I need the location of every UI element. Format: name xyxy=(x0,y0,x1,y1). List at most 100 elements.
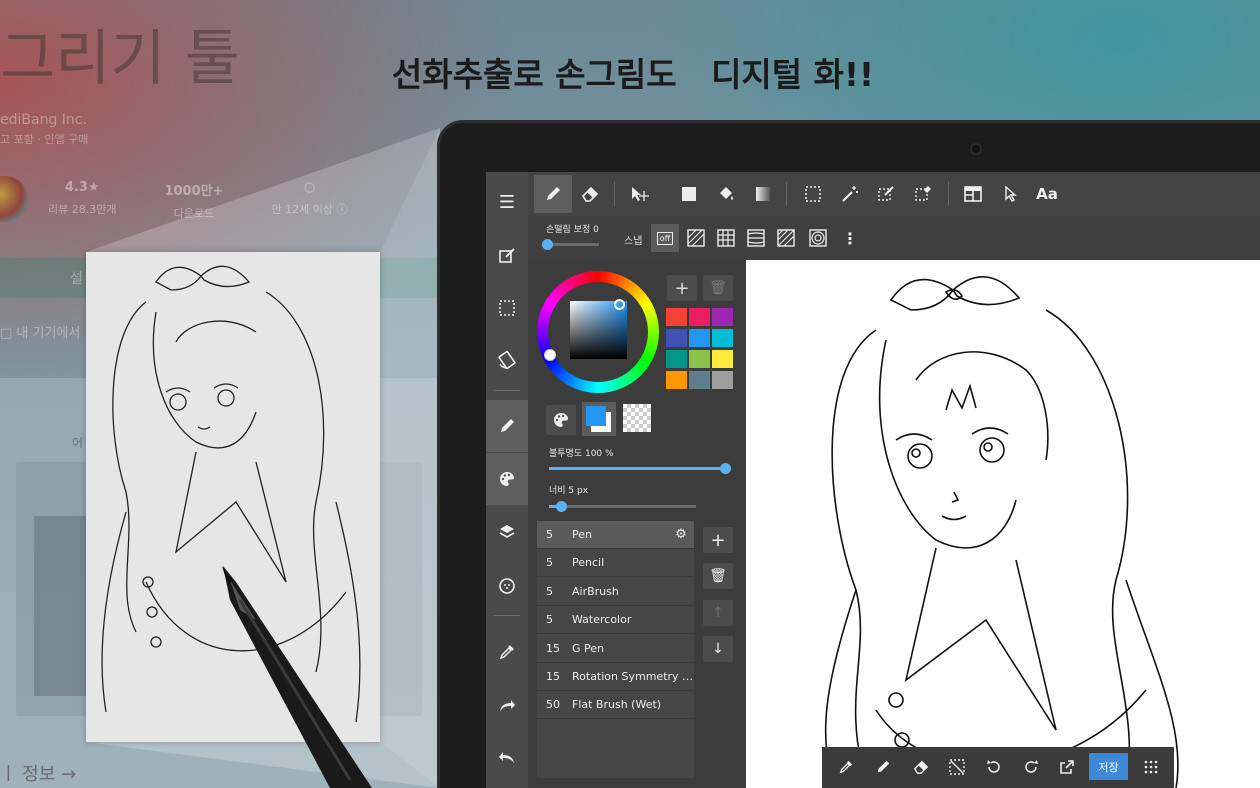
paper-sketch-drawing xyxy=(101,265,361,723)
bottom-undo-icon[interactable] xyxy=(979,752,1009,782)
grid-menu-icon[interactable] xyxy=(1136,752,1166,782)
width-label: 너비 5 px xyxy=(549,486,589,496)
bg-stat-rating: 4.3★ 리뷰 28.3만개 xyxy=(48,180,117,216)
transparent-color-chip[interactable] xyxy=(623,404,651,432)
brush-name: AirBrush xyxy=(572,584,619,598)
color-swatch[interactable] xyxy=(712,371,733,389)
material-icon[interactable] xyxy=(486,560,528,612)
export-icon[interactable] xyxy=(1052,752,1082,782)
opacity-label: 불투명도 100 % xyxy=(549,449,614,459)
brush-size: 5 xyxy=(546,556,553,570)
brush-row[interactable]: 50 Flat Brush (Wet) xyxy=(537,691,694,720)
brush-settings-gear-icon[interactable]: ⚙ xyxy=(668,527,694,542)
saturation-handle[interactable] xyxy=(614,299,625,310)
brush-row[interactable]: 15 Rotation Symmetry Ed... xyxy=(537,663,694,691)
bg-my-device: □ 내 기기에서 xyxy=(0,326,81,341)
brush-size: 5 xyxy=(546,584,553,598)
bottom-eyedropper-icon[interactable] xyxy=(831,752,861,782)
layers-icon[interactable] xyxy=(486,506,528,558)
bottom-redo-icon[interactable] xyxy=(1016,752,1046,782)
brush-row[interactable]: 15 G Pen xyxy=(537,635,694,663)
color-swatch[interactable] xyxy=(666,371,687,389)
opacity-slider[interactable] xyxy=(549,463,731,474)
color-swatch[interactable] xyxy=(689,350,710,368)
panel-layout-tool-icon[interactable] xyxy=(954,175,992,213)
snap-off-button[interactable]: off xyxy=(651,224,679,252)
magic-wand-tool-icon[interactable] xyxy=(831,175,869,213)
add-brush-button[interactable]: + xyxy=(703,527,733,553)
move-tool-icon[interactable] xyxy=(621,175,659,213)
bottom-eraser-icon[interactable] xyxy=(906,752,936,782)
opacity-slider-knob[interactable] xyxy=(720,463,731,474)
brush-row[interactable]: 5 AirBrush xyxy=(537,578,694,606)
bucket-tool-icon[interactable] xyxy=(707,175,745,213)
bg-developer: ediBang Inc. xyxy=(0,112,87,128)
rotate-canvas-icon[interactable] xyxy=(486,334,528,386)
text-tool-button[interactable]: Aa xyxy=(1028,175,1066,213)
color-swatch[interactable] xyxy=(666,350,687,368)
brush-row[interactable]: 5 Pencil xyxy=(537,549,694,578)
pen-tool-icon[interactable] xyxy=(534,175,572,213)
brush-row[interactable]: 5 Pen ⚙ xyxy=(537,521,694,549)
toolbar-divider xyxy=(948,182,949,206)
undo-icon[interactable] xyxy=(486,732,528,784)
snap-grid-icon[interactable] xyxy=(712,224,740,252)
stabilizer-label: 손떨림 보정 0 xyxy=(546,225,599,235)
selection-icon[interactable] xyxy=(486,282,528,334)
color-swatch[interactable] xyxy=(689,329,710,347)
brush-name: Flat Brush (Wet) xyxy=(572,698,662,712)
eraser-tool-icon[interactable] xyxy=(571,175,609,213)
color-panel-icon[interactable] xyxy=(486,453,528,505)
foreground-color-chip xyxy=(586,406,606,426)
bg-ads-line: 고 포함 · 인앱 구매 xyxy=(0,133,89,146)
delete-color-button[interactable]: 🗑 xyxy=(703,275,733,301)
snap-perspective-icon[interactable] xyxy=(772,224,800,252)
color-swatch[interactable] xyxy=(712,329,733,347)
bg-stats: 4.3★ 리뷰 28.3만개 1000만+ 다운로드 ○ 만 12세 이상 ⓘ xyxy=(48,180,347,221)
brush-size: 5 xyxy=(546,528,553,541)
add-color-button[interactable]: + xyxy=(667,275,697,301)
color-swatch[interactable] xyxy=(689,371,710,389)
brush-panel-icon[interactable] xyxy=(486,400,528,452)
stabilizer-slider[interactable] xyxy=(542,239,599,250)
color-swatch[interactable] xyxy=(712,308,733,326)
move-brush-up-button[interactable]: ↑ xyxy=(703,600,733,626)
fill-rect-tool-icon[interactable] xyxy=(670,175,708,213)
palette-button[interactable] xyxy=(546,405,576,435)
select-eraser-tool-icon[interactable] xyxy=(904,175,942,213)
move-brush-down-button[interactable]: ↓ xyxy=(703,636,733,662)
drawing-canvas[interactable] xyxy=(746,260,1260,788)
bottom-pen-icon[interactable] xyxy=(868,752,898,782)
color-wheel[interactable] xyxy=(537,271,659,393)
brush-row[interactable]: 5 Watercolor xyxy=(537,606,694,635)
toolbar-divider xyxy=(786,182,787,206)
brush-name: Rotation Symmetry Ed... xyxy=(572,670,694,683)
deselect-icon[interactable] xyxy=(942,752,972,782)
eyedropper-icon[interactable] xyxy=(486,626,528,678)
select-rect-tool-icon[interactable] xyxy=(794,175,832,213)
snap-parallel-icon[interactable] xyxy=(682,224,710,252)
foreground-background-color[interactable] xyxy=(582,402,616,436)
redo-icon[interactable] xyxy=(486,680,528,732)
select-pen-tool-icon[interactable] xyxy=(867,175,905,213)
save-button[interactable]: 저장 xyxy=(1089,753,1128,780)
tablet-camera xyxy=(970,143,982,155)
delete-brush-button[interactable]: 🗑 xyxy=(703,563,733,589)
edit-icon[interactable] xyxy=(486,230,528,282)
color-swatch[interactable] xyxy=(666,308,687,326)
pointer-tool-icon[interactable] xyxy=(991,175,1029,213)
snap-horizontal-icon[interactable] xyxy=(742,224,770,252)
hue-handle[interactable] xyxy=(544,349,556,361)
width-slider[interactable] xyxy=(549,501,696,512)
width-slider-knob[interactable] xyxy=(555,501,567,512)
color-swatch[interactable] xyxy=(689,308,710,326)
color-swatch[interactable] xyxy=(666,329,687,347)
snap-label: 스냅 xyxy=(624,236,643,247)
snap-circle-icon[interactable] xyxy=(804,224,832,252)
paper-sketch xyxy=(86,252,380,742)
bg-stat-age: ○ 만 12세 이상 ⓘ xyxy=(271,180,348,216)
menu-icon[interactable]: ☰ xyxy=(486,176,528,228)
color-swatch[interactable] xyxy=(712,350,733,368)
gradient-tool-icon[interactable] xyxy=(744,175,782,213)
more-options-icon[interactable]: ⋮ xyxy=(836,224,864,252)
